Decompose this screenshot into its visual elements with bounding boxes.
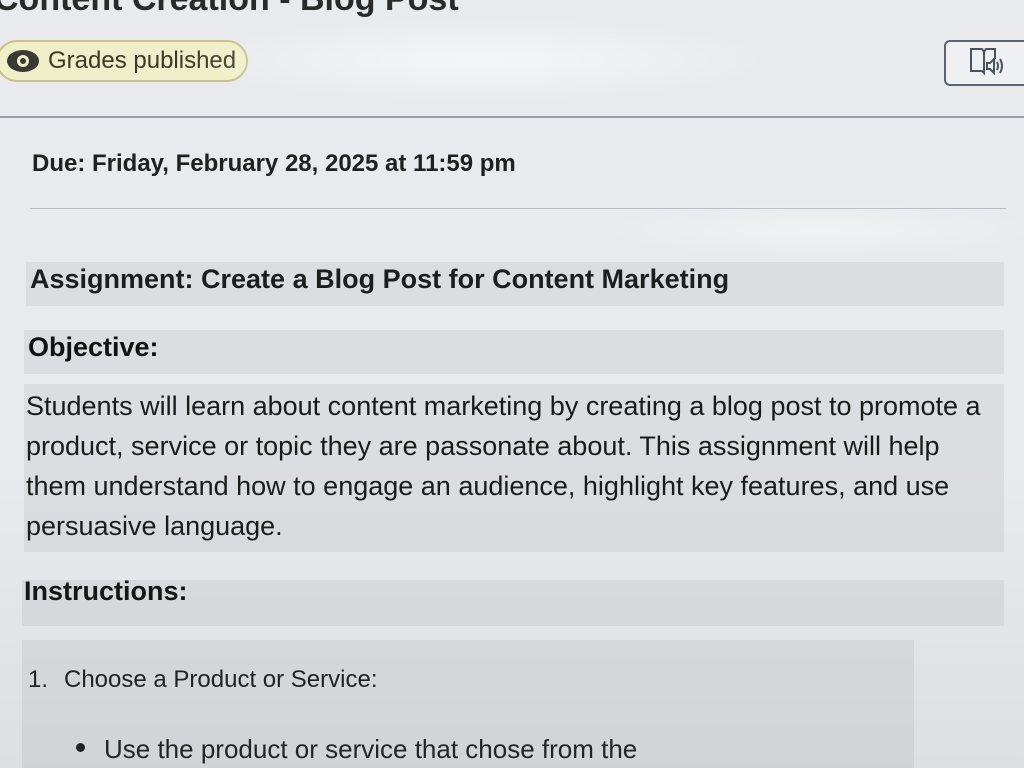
immersive-reader-button[interactable] [944,40,1024,86]
assignment-page: Content Creation - Blog Post Grades publ… [0,0,1024,768]
assignment-heading: Assignment: Create a Blog Post for Conte… [30,264,730,294]
list-item-number: 1. [28,666,49,693]
list-item: Choose a Product or Service: [64,666,378,693]
bullet-icon [76,743,85,752]
immersive-reader-icon [968,45,1008,82]
status-badge-label: Grades published [48,47,237,74]
due-date: Due: Friday, February 28, 2025 at 11:59 … [32,150,516,177]
objective-heading: Objective: [28,332,159,362]
page-title: Content Creation - Blog Post [0,0,459,19]
due-divider [30,208,1006,209]
list-item-bullet: Use the product or service that chose fr… [104,734,638,764]
eye-icon [6,44,40,78]
grades-status-badge: Grades published [0,40,248,82]
objective-heading-band [24,330,1004,374]
instructions-heading: Instructions: [24,576,188,606]
header-divider [0,116,1024,118]
objective-text: Students will learn about content market… [26,391,981,541]
